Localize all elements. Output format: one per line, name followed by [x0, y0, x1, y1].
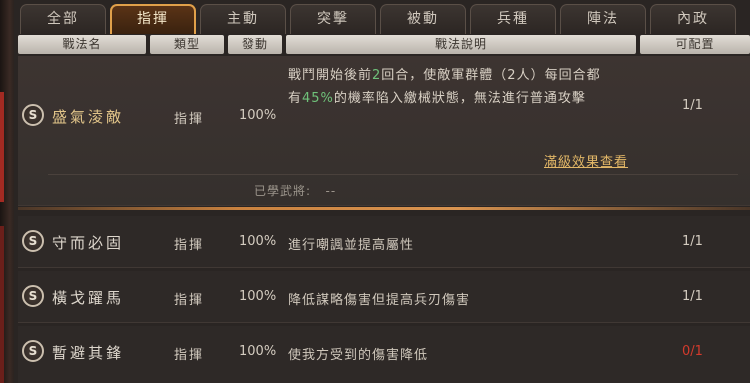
tactic-name: 暫避其鋒 — [52, 344, 125, 362]
tab-assault[interactable]: 突擊 — [290, 4, 376, 34]
column-header-configurable[interactable]: 可配置 — [640, 35, 750, 54]
tab-command[interactable]: 指揮 — [110, 4, 196, 34]
tactic-trigger-rate: 100% — [239, 108, 277, 123]
grade-badge: S — [22, 285, 44, 307]
table-row[interactable]: S 橫戈躍馬 指揮 100% 降低謀略傷害但提高兵刃傷害 1/1 — [18, 271, 750, 323]
tactic-description: 使我方受到的傷害降低 — [288, 348, 429, 363]
table-header: 戰法名 類型 發動 戰法說明 可配置 — [18, 35, 750, 54]
column-header-name[interactable]: 戰法名 — [18, 35, 146, 54]
column-header-trigger[interactable]: 發動 — [228, 35, 282, 54]
selection-highlight-line — [18, 207, 750, 210]
tab-passive[interactable]: 被動 — [380, 4, 466, 34]
row-divider — [48, 174, 738, 175]
highlight-probability: 45% — [302, 91, 334, 106]
table-row-selected[interactable]: S 盛氣淩敵 指揮 100% 戰鬥開始後前2回合，使敵軍群體（2人）每回合都 有… — [18, 56, 750, 206]
tactic-configurable-count: 1/1 — [682, 234, 703, 249]
tactic-type: 指揮 — [174, 293, 205, 308]
tab-internal-affairs[interactable]: 內政 — [650, 4, 736, 34]
tactic-type: 指揮 — [174, 238, 205, 253]
table-row[interactable]: S 守而必固 指揮 100% 進行嘲諷並提高屬性 1/1 — [18, 216, 750, 268]
category-tabs: 全部 指揮 主動 突擊 被動 兵種 陣法 內政 — [18, 4, 750, 34]
table-row[interactable]: S 暫避其鋒 指揮 100% 使我方受到的傷害降低 0/1 — [18, 326, 750, 383]
tab-active[interactable]: 主動 — [200, 4, 286, 34]
left-accent-bar-lower — [0, 226, 4, 383]
tab-all[interactable]: 全部 — [20, 4, 106, 34]
tab-formation[interactable]: 陣法 — [560, 4, 646, 34]
tactic-description: 戰鬥開始後前2回合，使敵軍群體（2人）每回合都 有45%的機率陷入繳械狀態，無法… — [288, 68, 601, 106]
tactic-trigger-rate: 100% — [239, 234, 277, 249]
tactic-trigger-rate: 100% — [239, 289, 277, 304]
tactic-trigger-rate: 100% — [239, 344, 277, 359]
tactic-configurable-count: 1/1 — [682, 98, 703, 113]
left-accent-bar — [0, 92, 4, 202]
tactic-description: 進行嘲諷並提高屬性 — [288, 238, 415, 253]
grade-badge: S — [22, 104, 44, 126]
tactic-name: 守而必固 — [52, 234, 125, 252]
grade-badge: S — [22, 230, 44, 252]
grade-badge: S — [22, 340, 44, 362]
tactic-type: 指揮 — [174, 348, 205, 363]
left-panel-edge — [0, 0, 14, 383]
column-header-type[interactable]: 類型 — [150, 35, 224, 54]
highlight-rounds: 2 — [372, 68, 382, 83]
tactic-type: 指揮 — [174, 112, 205, 127]
tactic-name: 橫戈躍馬 — [52, 289, 125, 307]
tactic-configurable-count: 1/1 — [682, 289, 703, 304]
tactic-name: 盛氣淩敵 — [52, 108, 125, 126]
full-level-effect-link[interactable]: 滿級效果查看 — [544, 151, 628, 170]
tab-troop-type[interactable]: 兵種 — [470, 4, 556, 34]
tactic-description: 降低謀略傷害但提高兵刃傷害 — [288, 293, 471, 308]
column-header-description: 戰法說明 — [286, 35, 636, 54]
learned-generals: 已學武將: -- — [254, 184, 337, 198]
tactic-configurable-count: 0/1 — [682, 344, 703, 359]
